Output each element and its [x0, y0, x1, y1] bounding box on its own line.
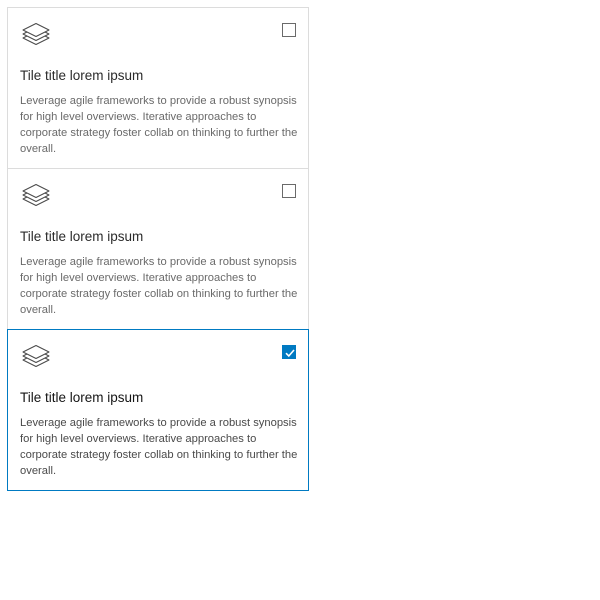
tile-description: Leverage agile frameworks to provide a r… [20, 95, 298, 155]
tile-title: Tile title lorem ipsum [20, 390, 144, 405]
tile-description: Leverage agile frameworks to provide a r… [20, 417, 298, 477]
tile-title: Tile title lorem ipsum [20, 229, 144, 244]
tile-option-3[interactable]: Tile title lorem ipsum Leverage agile fr… [7, 329, 309, 491]
layers-icon [21, 22, 51, 52]
tile-checkbox[interactable] [282, 23, 296, 37]
layers-icon [21, 183, 51, 213]
tile-option-1[interactable]: Tile title lorem ipsum Leverage agile fr… [7, 7, 309, 169]
tile-select-group: Tile title lorem ipsum Leverage agile fr… [7, 7, 309, 491]
tile-description: Leverage agile frameworks to provide a r… [20, 256, 298, 316]
tile-title: Tile title lorem ipsum [20, 68, 144, 83]
tile-checkbox[interactable] [282, 184, 296, 198]
tile-checkbox[interactable] [282, 345, 296, 359]
tile-option-2[interactable]: Tile title lorem ipsum Leverage agile fr… [7, 168, 309, 330]
layers-icon [21, 344, 51, 374]
